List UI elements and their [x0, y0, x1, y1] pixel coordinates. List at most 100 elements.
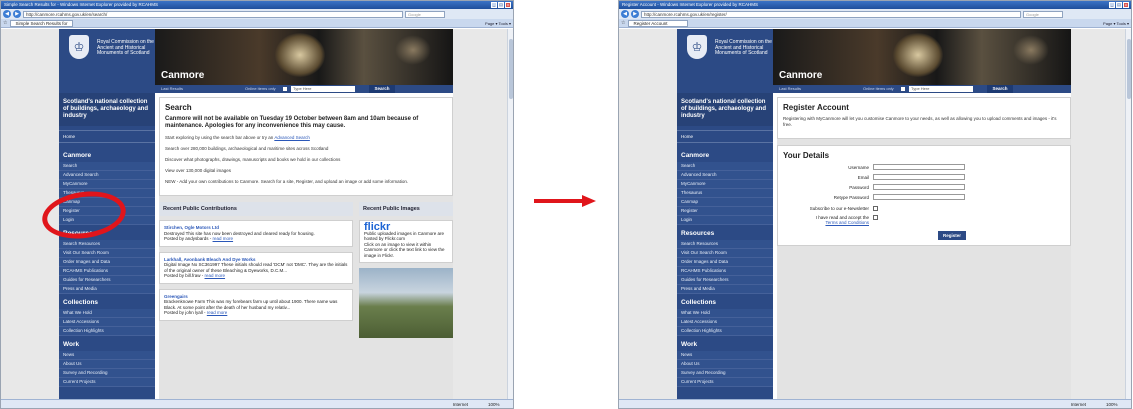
retype-password-label: Retype Password [833, 194, 869, 200]
read-more-link[interactable]: read more [205, 273, 226, 278]
maximize-icon[interactable]: □ [1116, 2, 1122, 8]
sidebar-item-mycanmore[interactable]: MyCanmore [59, 180, 155, 189]
zoom-level[interactable]: 100% [1106, 402, 1128, 407]
sidebar-item-about-us[interactable]: About Us [677, 360, 773, 369]
sidebar-item-survey[interactable]: Survey and Recording [677, 369, 773, 378]
sidebar-item-thesaurus[interactable]: Thesaurus [677, 189, 773, 198]
sidebar-item-advanced-search[interactable]: Advanced Search [677, 171, 773, 180]
online-only-checkbox[interactable] [901, 87, 905, 91]
form-row-username: Username [783, 164, 1065, 170]
sidebar-item-latest-accessions[interactable]: Latest Accessions [59, 318, 155, 327]
sidebar-item-search[interactable]: Search [677, 162, 773, 171]
back-icon[interactable]: ◀ [3, 10, 11, 18]
newsletter-checkbox[interactable] [873, 206, 878, 211]
browser-tab[interactable]: Register Account [628, 19, 689, 27]
sidebar-item-advanced-search[interactable]: Advanced Search [59, 171, 155, 180]
sidebar-item-what-we-hold[interactable]: What We Hold [59, 309, 155, 318]
favorites-star-icon[interactable]: ☆ [621, 20, 625, 26]
rcahms-logo[interactable]: ♔ Royal Commission on the Ancient and Hi… [677, 29, 773, 93]
sidebar-item-search-room[interactable]: Visit Our Search Room [59, 249, 155, 258]
main-content: Register Account Registering with MyCanm… [777, 97, 1071, 399]
canmore-site: ♔ Royal Commission on the Ancient and Hi… [677, 29, 1071, 399]
read-more-link[interactable]: read more [213, 236, 234, 241]
page-viewport: ♔ Royal Commission on the Ancient and Hi… [619, 29, 1131, 399]
zoom-level[interactable]: 100% [488, 402, 510, 407]
sidebar-item-search-resources[interactable]: Search Resources [677, 240, 773, 249]
sidebar-item-about-us[interactable]: About Us [59, 360, 155, 369]
sidebar-item-news[interactable]: News [59, 351, 155, 360]
browser-tab[interactable]: Simple Search Results for [10, 19, 73, 27]
sidebar-item-collection-highlights[interactable]: Collection Highlights [59, 327, 155, 336]
sidebar-item-what-we-hold[interactable]: What We Hold [677, 309, 773, 318]
maximize-icon[interactable]: □ [498, 2, 504, 8]
username-field[interactable] [873, 164, 965, 170]
terms-link[interactable]: Terms and Conditions [825, 220, 869, 225]
details-title: Your Details [783, 151, 830, 160]
info-text: Search over 280,000 buildings, archaeolo… [165, 146, 329, 151]
read-more-link[interactable]: read more [207, 310, 228, 315]
sidebar-item-search[interactable]: Search [59, 162, 155, 171]
sidebar-item-press[interactable]: Press and Media [677, 285, 773, 294]
sidebar: Scotland's national collection of buildi… [677, 93, 773, 399]
sidebar-item-login[interactable]: Login [677, 216, 773, 225]
online-only-checkbox[interactable] [283, 87, 287, 91]
command-bar[interactable]: Page ▾ Tools ▾ [1103, 21, 1129, 26]
sidebar-item-current-projects[interactable]: Current Projects [677, 378, 773, 387]
advanced-search-link[interactable]: Advanced Search [274, 135, 310, 140]
site-search-input[interactable]: Type Here [909, 86, 973, 92]
sidebar-item-publications[interactable]: RCAHMS Publications [677, 267, 773, 276]
sidebar-item-order-images[interactable]: Order Images and Data [677, 258, 773, 267]
sidebar-item-latest-accessions[interactable]: Latest Accessions [677, 318, 773, 327]
minimize-icon[interactable]: _ [491, 2, 497, 8]
sidebar-item-survey[interactable]: Survey and Recording [59, 369, 155, 378]
favorites-star-icon[interactable]: ☆ [3, 20, 7, 26]
window-title-bar: Register Account - Windows Internet Expl… [619, 1, 1131, 9]
sidebar-item-news[interactable]: News [677, 351, 773, 360]
site-search-strip: Last Results Online items only Type Here… [773, 85, 1071, 93]
site-search-button[interactable]: Search [369, 85, 395, 93]
site-search-input[interactable]: Type Here [291, 86, 355, 92]
close-icon[interactable]: x [1123, 2, 1129, 8]
command-bar[interactable]: Page ▾ Tools ▾ [485, 21, 511, 26]
online-only-label: Online items only [245, 86, 276, 91]
browser-search-input[interactable]: Google [1023, 10, 1063, 18]
close-icon[interactable]: x [505, 2, 511, 8]
vertical-scrollbar[interactable] [1125, 29, 1131, 399]
sidebar-item-home[interactable]: Home [677, 130, 773, 143]
page-title: Search [165, 103, 192, 112]
sidebar-item-guides[interactable]: Guides for Researchers [59, 276, 155, 285]
register-button[interactable]: Register [938, 231, 967, 240]
last-results-link[interactable]: Last Results [161, 86, 183, 91]
sidebar-item-search-room[interactable]: Visit Our Search Room [677, 249, 773, 258]
site-search-button[interactable]: Search [987, 85, 1013, 93]
password-field[interactable] [873, 184, 965, 190]
header-banner: Canmore [155, 29, 453, 85]
sidebar-item-canmap[interactable]: Canmap [677, 198, 773, 207]
back-icon[interactable]: ◀ [621, 10, 629, 18]
sidebar-item-current-projects[interactable]: Current Projects [59, 378, 155, 387]
sidebar-item-search-resources[interactable]: Search Resources [59, 240, 155, 249]
terms-checkbox[interactable] [873, 215, 878, 220]
sidebar-item-register[interactable]: Register [677, 207, 773, 216]
sidebar-item-publications[interactable]: RCAHMS Publications [59, 267, 155, 276]
last-results-link[interactable]: Last Results [779, 86, 801, 91]
sidebar-item-home[interactable]: Home [59, 130, 155, 143]
address-input[interactable]: http://canmore.rcahms.gov.uk/en/search/ [23, 10, 403, 18]
address-input[interactable]: http://canmore.rcahms.gov.uk/en/register… [641, 10, 1021, 18]
rcahms-logo[interactable]: ♔ Royal Commission on the Ancient and Hi… [59, 29, 155, 93]
forward-icon[interactable]: ▶ [13, 10, 21, 18]
public-image-thumbnail[interactable] [359, 268, 453, 338]
header-banner: Canmore [773, 29, 1071, 85]
sidebar-item-guides[interactable]: Guides for Researchers [677, 276, 773, 285]
sidebar-item-press[interactable]: Press and Media [59, 285, 155, 294]
forward-icon[interactable]: ▶ [631, 10, 639, 18]
email-field[interactable] [873, 174, 965, 180]
sidebar-item-collection-highlights[interactable]: Collection Highlights [677, 327, 773, 336]
sidebar-item-mycanmore[interactable]: MyCanmore [677, 180, 773, 189]
vertical-scrollbar[interactable] [507, 29, 513, 399]
retype-password-field[interactable] [873, 194, 965, 200]
details-card: Your Details Username Email Password Ret… [777, 145, 1071, 246]
sidebar-item-order-images[interactable]: Order Images and Data [59, 258, 155, 267]
browser-search-input[interactable]: Google [405, 10, 445, 18]
minimize-icon[interactable]: _ [1109, 2, 1115, 8]
